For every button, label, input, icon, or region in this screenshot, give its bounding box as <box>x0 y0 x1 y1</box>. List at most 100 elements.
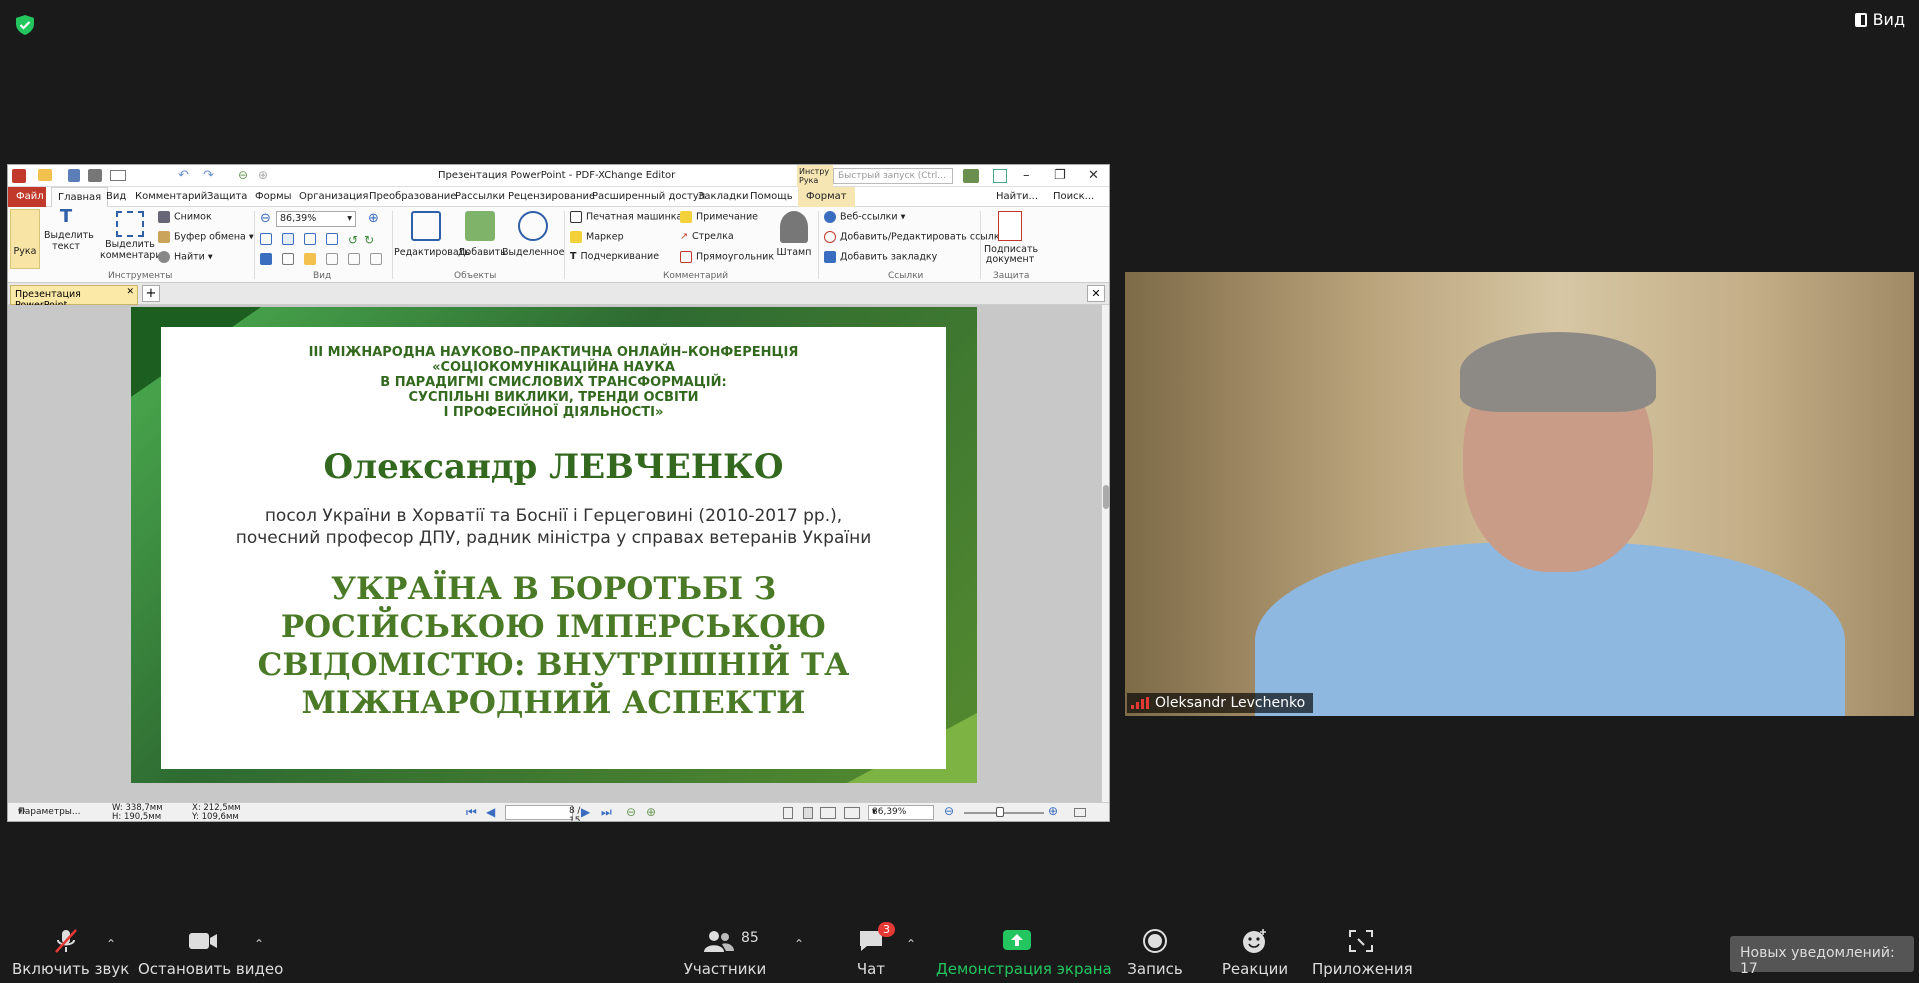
weblinks-button[interactable]: Веб-ссылки ▾ <box>824 211 905 223</box>
scroll-thumb[interactable] <box>1103 485 1109 509</box>
menu-search[interactable]: Поиск... <box>1053 191 1094 202</box>
fit-page-icon[interactable] <box>282 233 294 245</box>
bookmark-nav-icon[interactable] <box>260 253 272 265</box>
vertical-scrollbar[interactable] <box>1101 305 1109 802</box>
add-button[interactable]: Добавить <box>458 211 506 258</box>
chat-button[interactable]: 3 Чат <box>840 922 902 978</box>
fit-visible-icon[interactable] <box>326 233 338 245</box>
zoom-slider-thumb[interactable] <box>996 807 1004 817</box>
menu-file[interactable]: Файл <box>8 187 46 207</box>
zoom-slider[interactable] <box>964 812 1044 814</box>
clipboard-button[interactable]: Буфер обмена ▾ <box>158 231 254 243</box>
email-icon[interactable] <box>110 170 126 181</box>
print-icon[interactable] <box>88 169 102 182</box>
undo-icon[interactable]: ↶ <box>178 168 189 183</box>
menu-bookmarks[interactable]: Закладки <box>698 191 749 202</box>
prev-view-icon[interactable]: ⊖ <box>626 805 636 819</box>
select-comments-button[interactable]: Выделить комментарии <box>100 211 168 261</box>
sign-document-button[interactable]: Подписать документ <box>984 211 1038 265</box>
facing-continuous-icon[interactable] <box>844 807 860 819</box>
menu-comment[interactable]: Комментарий <box>135 191 207 202</box>
menu-view[interactable]: Вид <box>106 191 126 202</box>
menu-organize[interactable]: Организация <box>299 191 368 202</box>
restore-icon[interactable]: ❐ <box>1054 168 1066 183</box>
participants-caret-icon[interactable]: ⌃ <box>794 937 804 951</box>
selected-button[interactable]: Выделенное <box>502 211 564 258</box>
participants-button[interactable]: 85 Участники <box>684 928 780 978</box>
menu-share[interactable]: Расширенный доступ <box>592 191 705 202</box>
facing-icon[interactable] <box>820 807 836 819</box>
stop-video-button[interactable]: Остановить видео <box>138 928 283 978</box>
zoom-out-icon[interactable]: ⊖ <box>260 211 271 226</box>
layers-icon[interactable] <box>326 253 338 265</box>
document-tab[interactable]: Презентация PowerPoint ✕ <box>10 285 138 311</box>
minimize-icon[interactable]: – <box>1023 168 1030 183</box>
last-page-icon[interactable]: ⏭ <box>601 805 612 820</box>
comments-pane-icon[interactable] <box>304 253 316 265</box>
close-document-icon[interactable]: ✕ <box>1087 285 1105 302</box>
video-options-caret-icon[interactable]: ⌃ <box>254 937 264 951</box>
next-page-icon[interactable]: ▶ <box>581 805 590 819</box>
chat-caret-icon[interactable]: ⌃ <box>906 937 916 951</box>
audio-options-caret-icon[interactable]: ⌃ <box>106 937 116 951</box>
arrow-button[interactable]: ↗ Стрелка <box>680 231 734 242</box>
menu-forms[interactable]: Формы <box>255 191 292 202</box>
new-tab-icon[interactable]: + <box>142 285 160 302</box>
extensions-icon[interactable] <box>963 169 979 183</box>
typewriter-button[interactable]: Печатная машинка <box>570 211 682 223</box>
open-folder-icon[interactable] <box>38 169 52 181</box>
close-window-icon[interactable]: ✕ <box>1088 168 1099 183</box>
redo-icon[interactable]: ↷ <box>203 168 214 183</box>
document-viewer[interactable]: III МІЖНАРОДНА НАУКОВО–ПРАКТИЧНА ОНЛАЙН–… <box>8 305 1101 802</box>
apps-button[interactable]: Приложения <box>1312 928 1413 978</box>
parameters-button[interactable]: ⚙ Параметры... ▾ <box>18 807 80 817</box>
status-zoom-in-icon[interactable]: ⊕ <box>1048 804 1058 818</box>
rotate-right-icon[interactable]: ↻ <box>364 233 374 247</box>
zoom-field[interactable]: 86,39% ▾ <box>276 211 356 227</box>
notifications-toast[interactable]: Новых уведомлений: 17 <box>1730 936 1914 977</box>
reactions-button[interactable]: Реакции <box>1218 928 1292 978</box>
find-button[interactable]: Найти ▾ <box>158 251 213 263</box>
page-number-field[interactable]: 8/ 15 <box>505 805 580 821</box>
underline-button[interactable]: T Подчеркивание <box>570 251 659 262</box>
share-screen-button[interactable]: Демонстрация экрана <box>936 928 1112 978</box>
edit-button[interactable]: Редактировать <box>394 211 470 258</box>
rotate-left-icon[interactable]: ↺ <box>348 233 358 247</box>
menu-review[interactable]: Рецензирование <box>508 191 595 202</box>
continuous-icon[interactable] <box>803 807 813 819</box>
menu-mailings[interactable]: Рассылки <box>455 191 505 202</box>
attachments-icon[interactable] <box>348 253 360 265</box>
save-icon[interactable] <box>68 169 80 182</box>
unmute-button[interactable]: Включить звук <box>12 928 129 978</box>
back-icon[interactable]: ⊖ <box>238 168 248 182</box>
pages-icon[interactable] <box>282 253 294 265</box>
snapshot-button[interactable]: Снимок <box>158 211 212 223</box>
next-view-icon[interactable]: ⊕ <box>646 805 656 819</box>
marker-button[interactable]: Маркер <box>570 231 624 243</box>
rectangle-button[interactable]: Прямоугольник <box>680 251 774 263</box>
hand-tool-button[interactable]: Рука <box>10 209 40 269</box>
record-button[interactable]: Запись <box>1120 928 1190 978</box>
properties-icon[interactable] <box>370 253 382 265</box>
close-tab-icon[interactable]: ✕ <box>126 287 134 297</box>
menu-help[interactable]: Помощь <box>750 191 793 202</box>
note-button[interactable]: Примечание <box>680 211 758 223</box>
security-shield-icon[interactable] <box>14 14 36 36</box>
add-bookmark-button[interactable]: Добавить закладку <box>824 251 937 263</box>
menu-find[interactable]: Найти... <box>996 191 1038 202</box>
menu-format[interactable]: Формат <box>798 187 855 207</box>
zoom-in-icon[interactable]: ⊕ <box>368 211 379 226</box>
add-edit-links-button[interactable]: Добавить/Редактировать ссылки <box>824 231 1006 243</box>
fullscreen-icon[interactable] <box>993 169 1007 183</box>
stamp-button[interactable]: Штамп <box>774 211 814 258</box>
status-zoom-out-icon[interactable]: ⊖ <box>944 804 954 818</box>
first-page-icon[interactable]: ⏮ <box>466 805 477 820</box>
menu-protect[interactable]: Защита <box>207 191 247 202</box>
participant-video[interactable]: Oleksandr Levchenko <box>1125 272 1914 716</box>
fullscreen-mode-icon[interactable] <box>1074 808 1086 817</box>
forward-icon[interactable]: ⊕ <box>258 168 268 182</box>
actual-size-icon[interactable] <box>260 233 272 245</box>
prev-page-icon[interactable]: ◀ <box>486 805 495 819</box>
status-zoom-field[interactable]: 86,39% ▾ <box>868 805 934 820</box>
view-button[interactable]: Вид <box>1854 10 1905 29</box>
